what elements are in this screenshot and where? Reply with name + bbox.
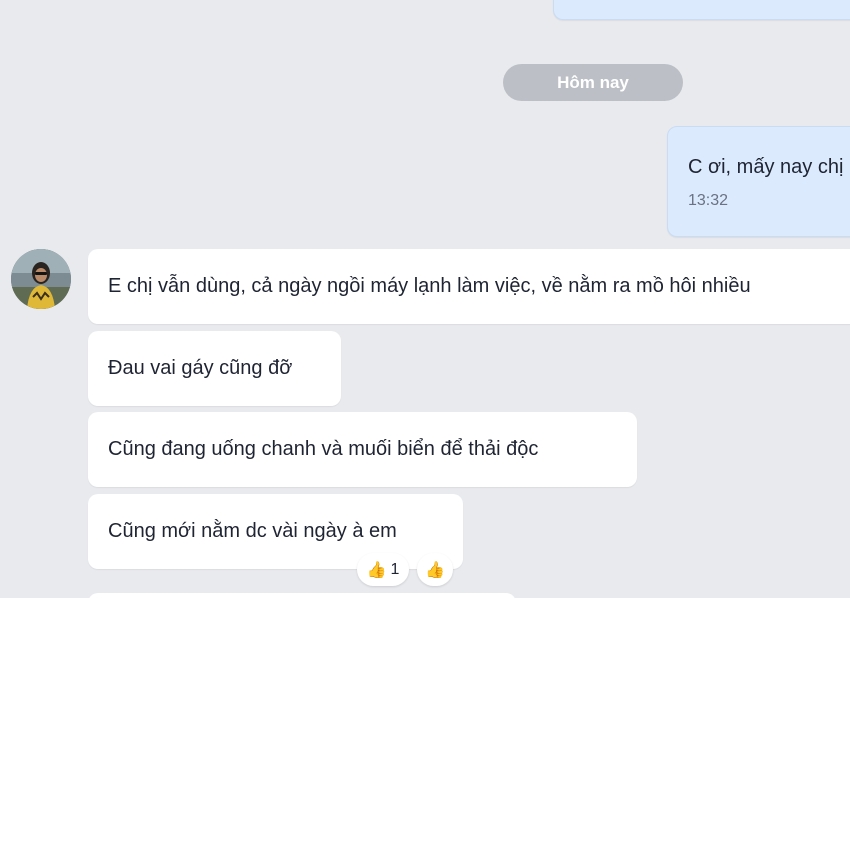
message-bubble-incoming[interactable]: Cũng đang uống chanh và muối biển để thả…: [88, 412, 637, 487]
reaction-count: 1: [390, 560, 400, 578]
thumbs-up-icon: 👍: [366, 561, 387, 579]
chat-message-list[interactable]: Hôm nay C ơi, mấy nay chị 13:32 E chị vẫ…: [0, 0, 850, 598]
message-bubble-incoming[interactable]: E chị vẫn dùng, cả ngày ngồi máy lạnh là…: [88, 249, 850, 324]
message-bubble-outgoing[interactable]: C ơi, mấy nay chị 13:32: [667, 126, 850, 237]
message-text: Đau vai gáy cũng đỡ: [108, 357, 293, 379]
date-separator: Hôm nay: [503, 64, 683, 101]
avatar-photo: [11, 249, 71, 309]
message-bubble-incoming[interactable]: Đau vai gáy cũng đỡ: [88, 331, 341, 406]
message-time: 13:32: [688, 192, 729, 209]
message-bubble-incoming[interactable]: Cũng mới nằm dc vài ngày à em: [88, 494, 463, 569]
message-text: E chị vẫn dùng, cả ngày ngồi máy lạnh là…: [108, 275, 751, 297]
message-text: Cũng đang uống chanh và muối biển để thả…: [108, 438, 539, 460]
thumbs-up-icon: 👍: [425, 561, 445, 579]
message-bubble-incoming-partial[interactable]: [88, 593, 516, 598]
contact-avatar[interactable]: [11, 249, 71, 309]
add-reaction-button[interactable]: 👍: [417, 553, 453, 586]
message-text: C ơi, mấy nay chị: [688, 156, 844, 178]
message-bubble-outgoing-partial[interactable]: [553, 0, 850, 20]
reaction-summary[interactable]: 👍 1: [357, 553, 409, 586]
